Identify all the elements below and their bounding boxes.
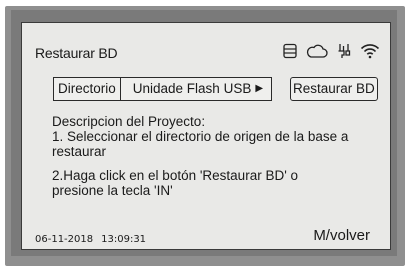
restore-db-button[interactable]: Restaurar BD [290,77,378,101]
datetime: 06-11-2018 13:09:31 [35,234,146,245]
page-title: Restaurar BD [35,45,118,61]
directory-selector[interactable]: Directorio Unidade Flash USB ▶ [53,77,273,101]
step-2-line-2: presione la tecla 'IN' [52,183,173,198]
back-button[interactable]: M/volver [313,227,370,244]
step-1-line-2: restaurar [52,144,107,159]
step-2-line-1: 2.Haga click en el botón 'Restaurar BD' … [52,168,299,183]
directory-value: Unidade Flash USB [132,81,252,96]
status-icons [282,41,380,61]
database-icon [282,43,298,59]
usb-plug-icon [336,43,352,59]
directory-label: Directorio [54,78,121,100]
cloud-icon [306,44,328,58]
wifi-icon [360,43,380,59]
screen: Restaurar BD Directorio Unidade Flash US… [21,22,391,250]
step-1-line-1: 1. Seleccionar el directorio de origen d… [52,129,349,144]
play-arrow-icon: ▶ [255,83,264,94]
time: 13:09:31 [101,234,147,245]
description-heading: Descripcion del Proyecto: [52,114,206,129]
description: Descripcion del Proyecto: 1. Seleccionar… [52,114,387,198]
date: 06-11-2018 [35,234,94,245]
directory-dropdown[interactable]: Unidade Flash USB ▶ [121,78,271,100]
